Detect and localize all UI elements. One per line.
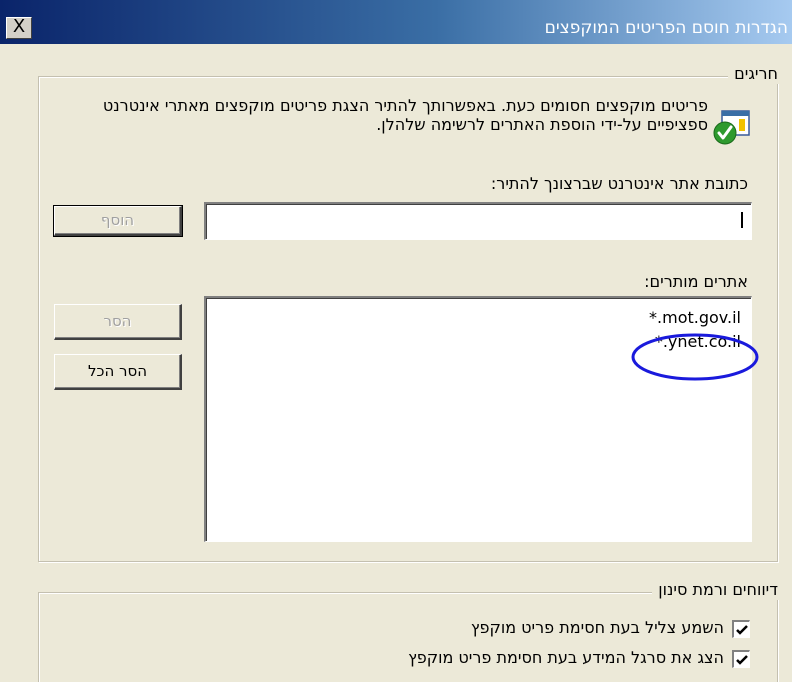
address-input[interactable] — [204, 202, 752, 240]
allowed-sites-label: אתרים מותרים: — [644, 272, 748, 291]
close-button[interactable]: X — [6, 17, 32, 39]
window-title: הגדרות חוסם הפריטים המוקפצים — [544, 18, 788, 38]
shield-check-icon — [713, 110, 750, 145]
add-button[interactable]: הוסף — [53, 205, 183, 237]
checkmark-icon — [736, 625, 748, 635]
notifications-group-legend: דיווחים ורמת סינון — [652, 580, 784, 600]
address-label: כתובת אתר אינטרנט שברצונך להתיר: — [490, 174, 748, 193]
info-text: פריטים מוקפצים חסומים כעת. באפשרותך להתי… — [102, 96, 708, 134]
sound-checkbox[interactable] — [732, 620, 750, 638]
sound-option-label[interactable]: השמע צליל בעת חסימת פריט מוקפץ — [471, 618, 724, 637]
list-item[interactable]: *.mot.gov.il — [649, 308, 741, 327]
remove-button[interactable]: הסר — [54, 304, 182, 340]
remove-all-button[interactable]: הסר הכל — [54, 354, 182, 390]
checkmark-icon — [736, 655, 748, 665]
title-bar: X הגדרות חוסם הפריטים המוקפצים — [0, 0, 792, 44]
notifications-group — [38, 592, 778, 682]
exceptions-group-legend: חריגים — [728, 64, 784, 84]
highlight-circle — [631, 333, 759, 381]
close-icon: X — [12, 16, 26, 37]
info-bar-option-label[interactable]: הצג את סרגל המידע בעת חסימת פריט מוקפץ — [408, 648, 724, 667]
info-bar-checkbox[interactable] — [732, 650, 750, 668]
text-caret — [741, 212, 743, 228]
